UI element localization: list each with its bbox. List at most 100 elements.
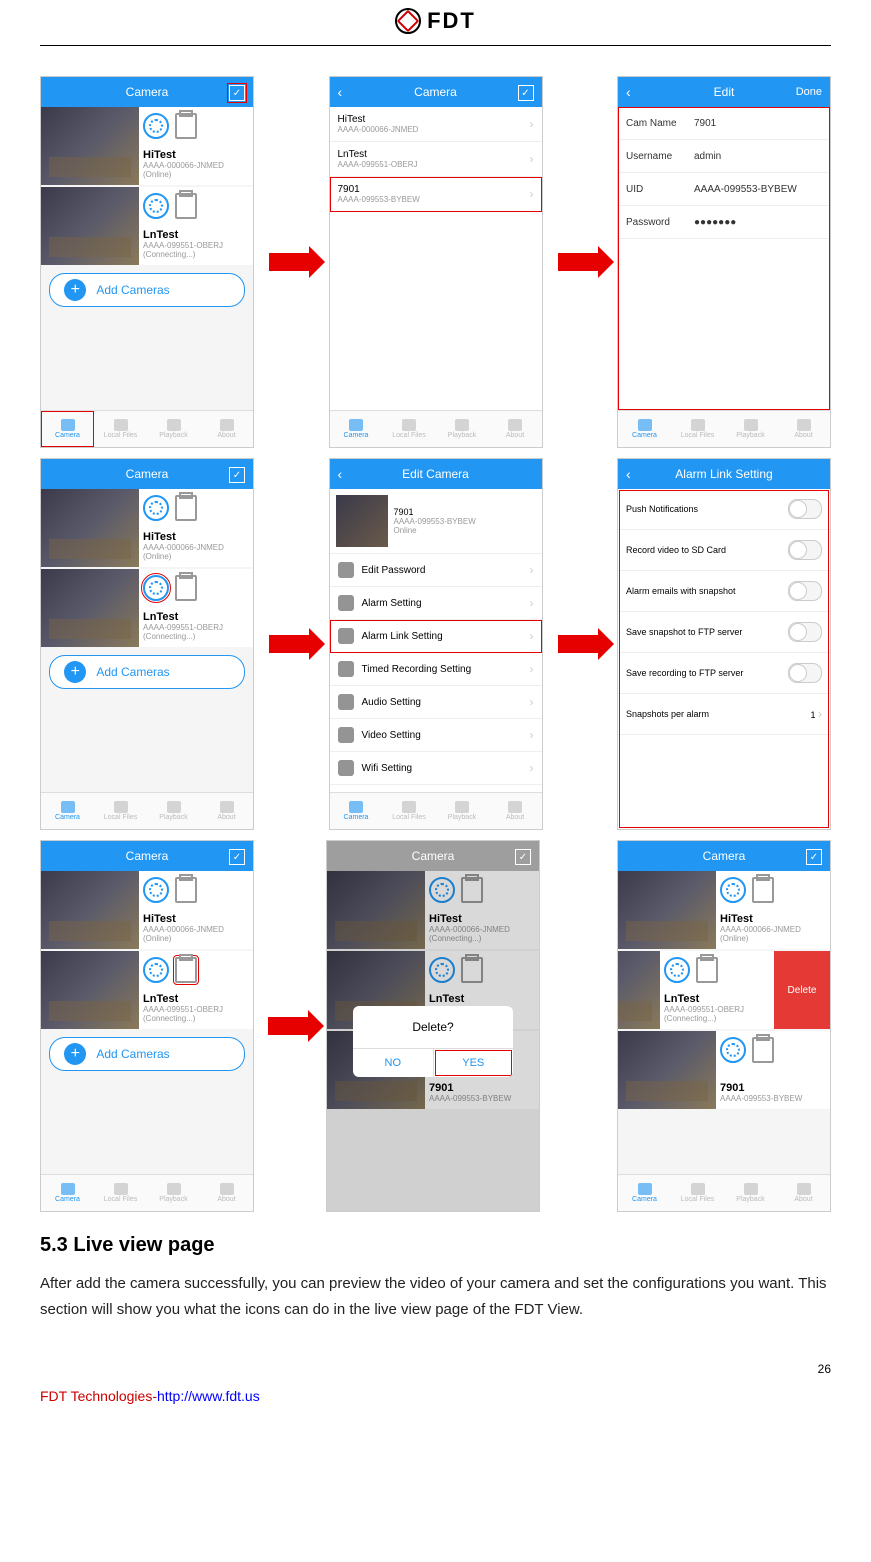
trash-icon[interactable] xyxy=(175,113,197,139)
page-footer: FDT Technologies-http://www.fdt.us 26 xyxy=(0,1322,871,1434)
back-button[interactable]: ‹ xyxy=(626,84,656,100)
settings-item[interactable]: Wifi Setting› xyxy=(330,752,542,785)
list-item[interactable]: LnTestAAAA-099551-OBERJ› xyxy=(330,142,542,177)
gear-icon[interactable] xyxy=(720,877,746,903)
gear-icon[interactable] xyxy=(664,957,690,983)
cam-name-input[interactable]: 7901 xyxy=(694,118,822,129)
wifi-icon xyxy=(338,760,354,776)
back-button[interactable]: ‹ xyxy=(626,466,656,482)
edit-toggle-icon[interactable]: ✓ xyxy=(229,849,245,865)
camera-card[interactable]: HiTestAAAA-000066-JNMED(Online) xyxy=(41,107,253,185)
gear-icon[interactable] xyxy=(143,957,169,983)
tab-bar: Camera Local Files Playback About xyxy=(618,410,830,447)
dialog-no-button[interactable]: NO xyxy=(353,1049,434,1077)
add-cameras-button[interactable]: +Add Cameras xyxy=(49,273,245,307)
settings-item[interactable]: Video Setting› xyxy=(330,719,542,752)
back-button[interactable]: ‹ xyxy=(338,84,368,100)
form-row: Password●●●●●●● xyxy=(618,206,830,239)
footer-url[interactable]: http://www.fdt.us xyxy=(157,1388,260,1404)
screen-camera-list: Camera ✓ HiTestAAAA-000066-JNMED(Online)… xyxy=(40,76,254,448)
back-button[interactable]: ‹ xyxy=(338,466,368,482)
trash-icon[interactable] xyxy=(752,1037,774,1063)
toggle-switch[interactable] xyxy=(788,540,822,560)
edit-toggle-icon[interactable]: ✓ xyxy=(518,85,534,101)
add-cameras-button[interactable]: +Add Cameras xyxy=(49,655,245,689)
page-number: 26 xyxy=(818,1362,831,1376)
delete-dialog: Delete? NOYES xyxy=(353,1006,513,1077)
trash-icon[interactable] xyxy=(175,575,197,601)
camera-thumbnail xyxy=(41,187,139,265)
username-input[interactable]: admin xyxy=(694,151,822,162)
edit-toggle-icon[interactable]: ✓ xyxy=(229,85,245,101)
screen-delete-dialog: Camera✓ HiTestAAAA-000066-JNMED(Connecti… xyxy=(326,840,540,1212)
tab-playback[interactable]: Playback xyxy=(724,411,777,447)
tab-local-files[interactable]: Local Files xyxy=(671,411,724,447)
tab-camera[interactable]: Camera xyxy=(41,411,94,447)
speaker-icon xyxy=(338,694,354,710)
lock-icon xyxy=(338,562,354,578)
flow-row-2: Camera✓ HiTestAAAA-000066-JNMED(Online) … xyxy=(40,458,831,830)
gear-icon[interactable] xyxy=(720,1037,746,1063)
gear-icon[interactable] xyxy=(143,495,169,521)
list-item[interactable]: HiTestAAAA-000066-JNMED› xyxy=(330,107,542,142)
section-body: After add the camera successfully, you c… xyxy=(40,1271,831,1322)
flow-row-1: Camera ✓ HiTestAAAA-000066-JNMED(Online)… xyxy=(40,76,831,448)
list-item[interactable]: 7901AAAA-099553-BYBEW› xyxy=(330,177,542,212)
toggle-switch[interactable] xyxy=(788,622,822,642)
gear-icon[interactable] xyxy=(143,877,169,903)
trash-icon[interactable] xyxy=(175,495,197,521)
camera-card[interactable]: HiTestAAAA-000066-JNMED(Online) xyxy=(41,489,253,567)
logo-icon xyxy=(395,8,421,34)
tab-playback[interactable]: Playback xyxy=(147,411,200,447)
settings-item[interactable]: Alarm Link Setting› xyxy=(330,620,542,653)
tab-local-files[interactable]: Local Files xyxy=(94,411,147,447)
settings-item[interactable]: SD Card Setting› xyxy=(330,785,542,792)
form-row: Cam Name7901 xyxy=(618,107,830,140)
gear-icon[interactable] xyxy=(143,113,169,139)
about-icon xyxy=(220,419,234,431)
done-button[interactable]: Done xyxy=(792,86,822,98)
tab-playback[interactable]: Playback xyxy=(436,411,489,447)
value-row[interactable]: Snapshots per alarm1 › xyxy=(618,694,830,735)
toggle-switch[interactable] xyxy=(788,663,822,683)
dialog-yes-button[interactable]: YES xyxy=(434,1049,514,1077)
trash-icon[interactable] xyxy=(175,957,197,983)
gear-icon[interactable] xyxy=(143,193,169,219)
trash-icon[interactable] xyxy=(696,957,718,983)
camera-card[interactable]: LnTestAAAA-099551-OBERJ(Connecting...) xyxy=(41,569,253,647)
edit-toggle-icon[interactable]: ✓ xyxy=(806,849,822,865)
settings-item[interactable]: Alarm Setting› xyxy=(330,587,542,620)
settings-item[interactable]: Audio Setting› xyxy=(330,686,542,719)
add-cameras-button[interactable]: +Add Cameras xyxy=(49,1037,245,1071)
camera-icon xyxy=(349,419,363,431)
tab-local-files[interactable]: Local Files xyxy=(383,411,436,447)
swipe-delete-button[interactable]: Delete xyxy=(774,951,830,1029)
toggle-switch[interactable] xyxy=(788,581,822,601)
settings-item[interactable]: Timed Recording Setting› xyxy=(330,653,542,686)
camera-card[interactable]: LnTestAAAA-099551-OBERJ(Connecting...) xyxy=(41,187,253,265)
brand-text: FDT xyxy=(427,8,476,34)
screen-edit-form: ‹ Edit Done Cam Name7901 Usernameadmin U… xyxy=(617,76,831,448)
camera-icon xyxy=(638,419,652,431)
tab-about[interactable]: About xyxy=(489,411,542,447)
tab-about[interactable]: About xyxy=(200,411,253,447)
tab-bar: Camera Local Files Playback About xyxy=(41,410,253,447)
trash-icon[interactable] xyxy=(175,877,197,903)
toggle-row: Save recording to FTP server xyxy=(618,653,830,694)
playback-icon xyxy=(455,419,469,431)
tab-about[interactable]: About xyxy=(777,411,830,447)
password-input[interactable]: ●●●●●●● xyxy=(694,217,822,228)
plus-icon: + xyxy=(64,279,86,301)
toggle-switch[interactable] xyxy=(788,499,822,519)
trash-icon[interactable] xyxy=(752,877,774,903)
playback-icon xyxy=(167,419,181,431)
edit-toggle-icon[interactable]: ✓ xyxy=(229,467,245,483)
tab-camera[interactable]: Camera xyxy=(330,411,383,447)
arrow-icon xyxy=(268,1017,312,1035)
trash-icon[interactable] xyxy=(175,193,197,219)
settings-item[interactable]: Edit Password› xyxy=(330,554,542,587)
gear-icon[interactable] xyxy=(143,575,169,601)
tab-camera[interactable]: Camera xyxy=(618,411,671,447)
form-row: UIDAAAA-099553-BYBEW xyxy=(618,173,830,206)
edit-toggle-icon[interactable]: ✓ xyxy=(515,849,531,865)
